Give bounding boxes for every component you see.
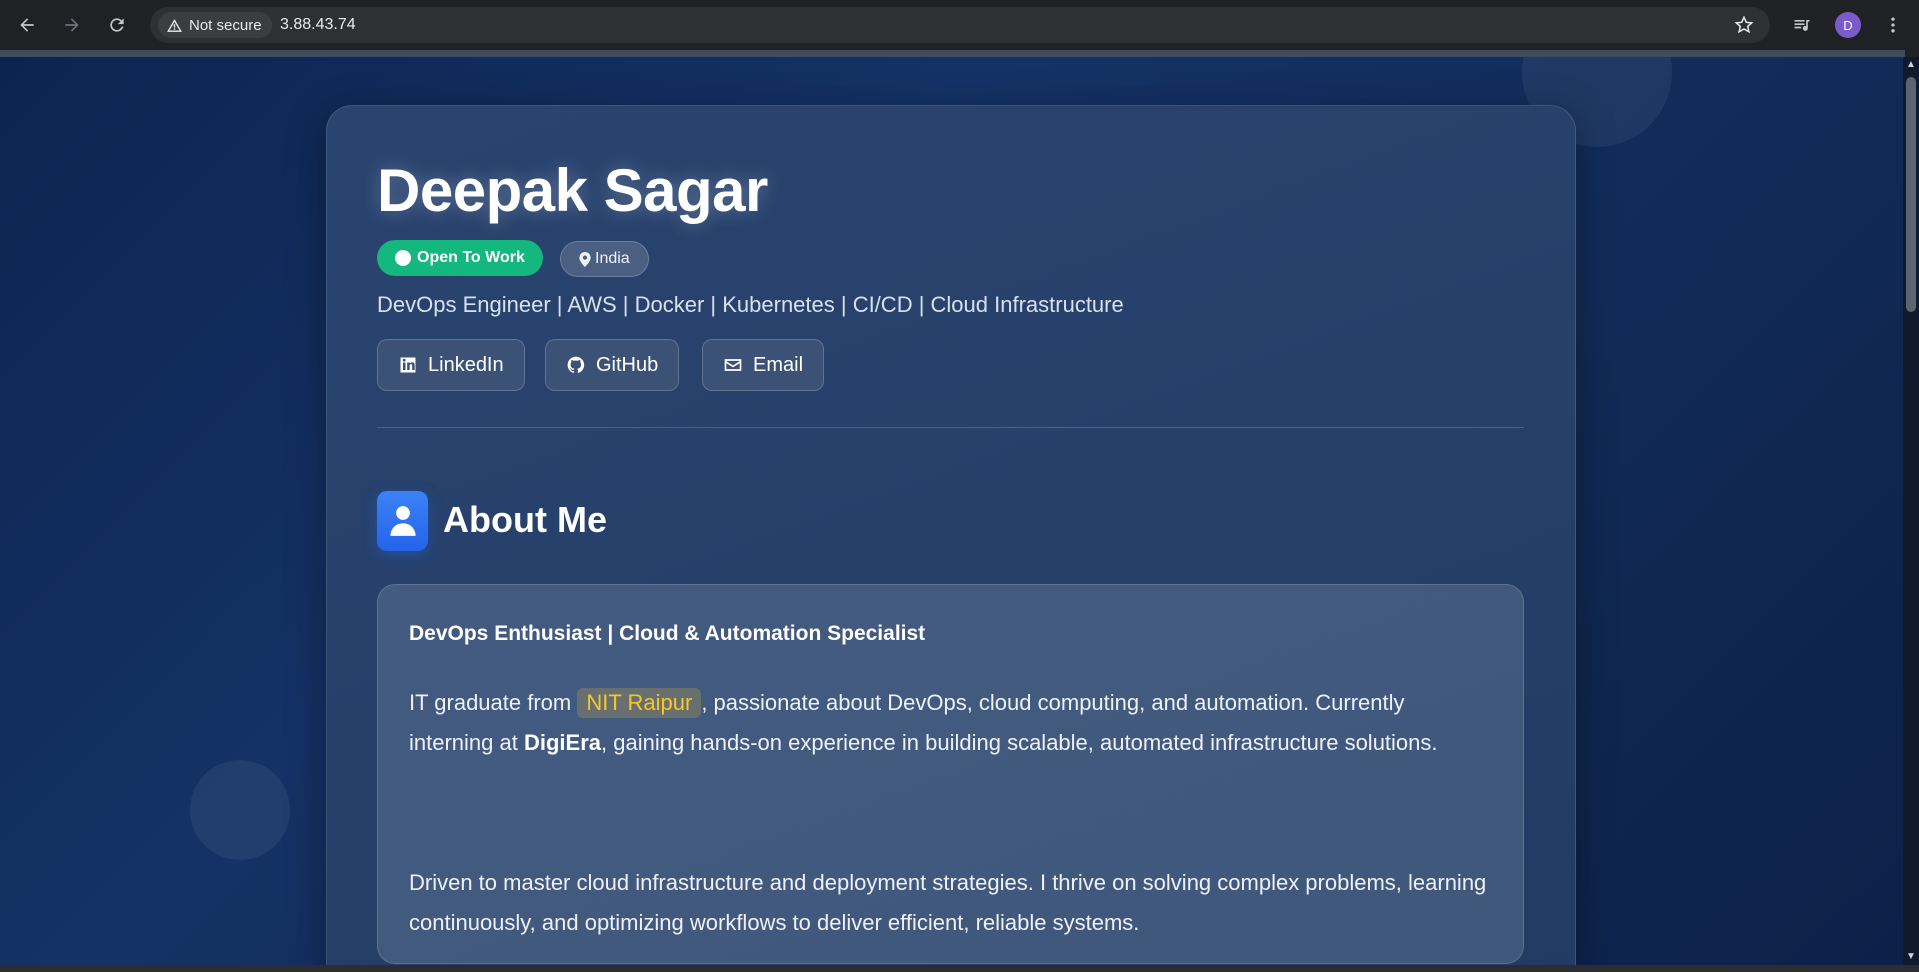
arrow-right-icon xyxy=(65,18,79,32)
profile-tagline: DevOps Engineer | AWS | Docker | Kuberne… xyxy=(377,292,1124,317)
address-bar[interactable]: Not secure 3.88.43.74 xyxy=(150,7,1770,43)
about-text-segment: IT graduate from xyxy=(409,690,578,715)
linkedin-label: LinkedIn xyxy=(428,353,504,376)
browser-menu-button[interactable] xyxy=(1880,12,1906,38)
page-scrollbar[interactable]: ▲ ▼ xyxy=(1903,57,1919,965)
decorative-circle xyxy=(190,760,290,860)
bookmark-button[interactable] xyxy=(1732,13,1756,37)
arrow-left-icon xyxy=(20,18,34,32)
security-label: Not secure xyxy=(189,16,262,34)
forward-button[interactable] xyxy=(58,11,86,39)
profile-avatar[interactable]: D xyxy=(1835,12,1861,38)
profile-name: Deepak Sagar xyxy=(377,157,768,224)
email-label: Email xyxy=(753,353,804,376)
user-icon xyxy=(389,506,416,536)
playlist-icon xyxy=(1794,20,1810,31)
map-pin-icon xyxy=(579,251,591,267)
linkedin-icon xyxy=(400,357,416,373)
reload-icon xyxy=(110,18,124,32)
about-text-segment: , gaining hands-on experience in buildin… xyxy=(601,730,1438,755)
university-highlight: NIT Raipur xyxy=(577,688,702,718)
about-section-title: About Me xyxy=(443,499,607,540)
browser-toolbar: Not secure 3.88.43.74 D xyxy=(0,0,1919,50)
page-viewport: Deepak Sagar Open To Work India DevOps E… xyxy=(0,57,1903,965)
location-badge: India xyxy=(560,241,649,277)
security-indicator[interactable]: Not secure xyxy=(158,12,272,38)
github-icon xyxy=(567,356,585,373)
window-bottom-edge xyxy=(0,965,1919,972)
open-to-work-label: Open To Work xyxy=(417,249,525,266)
toolbar-divider xyxy=(0,50,1905,57)
reload-button[interactable] xyxy=(103,11,131,39)
status-dot-icon xyxy=(395,250,411,266)
location-label: India xyxy=(595,250,630,267)
scrollbar-thumb[interactable] xyxy=(1906,77,1916,312)
back-button[interactable] xyxy=(13,11,41,39)
url-text[interactable]: 3.88.43.74 xyxy=(280,15,356,35)
profile-card: Deepak Sagar Open To Work India DevOps E… xyxy=(326,105,1576,965)
github-button[interactable]: GitHub xyxy=(545,339,680,391)
about-section-icon xyxy=(377,491,428,551)
open-to-work-badge: Open To Work xyxy=(377,240,543,276)
about-content-box: DevOps Enthusiast | Cloud & Automation S… xyxy=(377,584,1524,964)
warning-icon xyxy=(167,18,182,32)
email-button[interactable]: Email xyxy=(702,339,825,391)
scroll-down-arrow-icon[interactable]: ▼ xyxy=(1906,952,1916,962)
company-name: DigiEra xyxy=(523,730,601,755)
github-label: GitHub xyxy=(596,353,659,376)
star-icon xyxy=(1734,15,1754,34)
about-heading: DevOps Enthusiast | Cloud & Automation S… xyxy=(409,622,926,645)
scroll-up-arrow-icon[interactable]: ▲ xyxy=(1906,60,1916,70)
kebab-menu-icon xyxy=(1891,17,1895,33)
envelope-icon xyxy=(724,359,742,371)
section-divider xyxy=(377,427,1524,428)
media-controls-button[interactable] xyxy=(1789,12,1815,38)
about-paragraph-2: Driven to master cloud infrastructure an… xyxy=(409,870,1487,935)
about-paragraph-1: IT graduate from NIT Raipur, passionate … xyxy=(409,683,1494,763)
linkedin-button[interactable]: LinkedIn xyxy=(377,339,525,391)
